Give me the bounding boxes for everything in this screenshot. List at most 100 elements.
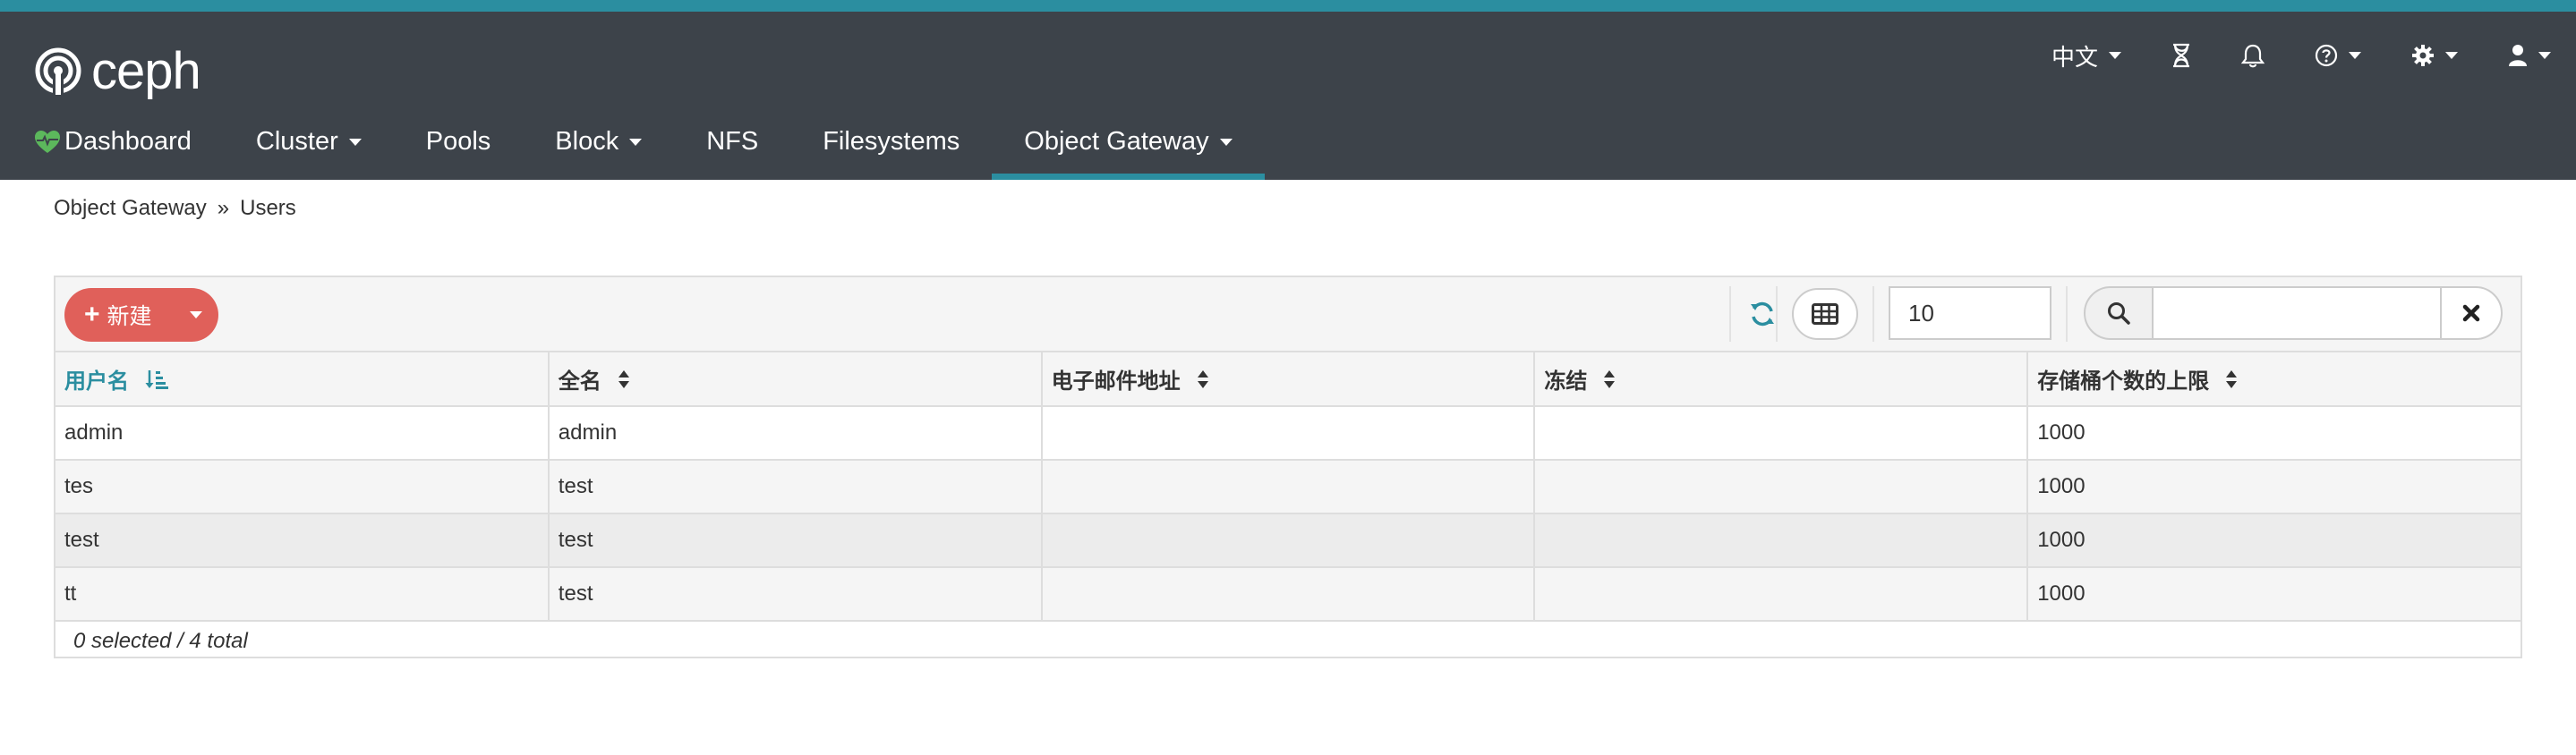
toolbar-divider <box>1872 286 1874 342</box>
chevron-down-icon <box>2445 52 2458 59</box>
table-row[interactable]: tt test 1000 <box>55 567 2521 622</box>
cell-suspended <box>1534 513 2029 568</box>
refresh-icon <box>1751 301 1774 327</box>
table-columns-icon <box>1812 303 1838 325</box>
search-addon <box>2084 286 2154 340</box>
language-label: 中文 <box>2051 43 2098 71</box>
breadcrumb-parent[interactable]: Object Gateway <box>54 196 207 221</box>
nav-object-gateway[interactable]: Object Gateway <box>992 127 1265 180</box>
cell-fullname: test <box>548 460 1043 514</box>
create-user-dropdown-toggle[interactable] <box>174 288 218 342</box>
nav-block-label: Block <box>555 127 619 156</box>
breadcrumb-separator-icon: » <box>217 196 230 220</box>
cell-email <box>1041 460 1536 514</box>
nav-pools-label: Pools <box>425 127 491 156</box>
column-header-label: 存储桶个数的上限 <box>2037 369 2210 394</box>
help-dropdown[interactable] <box>2290 44 2386 67</box>
column-header-label: 用户名 <box>64 369 129 394</box>
breadcrumb-current: Users <box>240 196 296 220</box>
cell-username: test <box>55 513 550 568</box>
sort-ascending-icon <box>145 369 168 390</box>
create-user-button[interactable]: + 新建 <box>64 288 218 342</box>
nav-block[interactable]: Block <box>523 128 674 180</box>
chevron-down-icon <box>2349 52 2361 59</box>
table-row[interactable]: admin admin 1000 <box>55 406 2521 461</box>
nav-nfs-label: NFS <box>706 127 759 156</box>
clear-search-button[interactable] <box>2440 286 2503 340</box>
plus-icon: + <box>84 300 100 329</box>
ceph-logo[interactable]: ceph <box>34 38 201 103</box>
cell-email <box>1041 513 1536 568</box>
cell-email <box>1041 567 1536 622</box>
close-icon <box>2462 304 2480 322</box>
tasks-button[interactable] <box>2146 43 2216 68</box>
column-header-label: 电子邮件地址 <box>1051 369 1181 394</box>
column-header-label: 全名 <box>558 369 601 394</box>
toolbar-divider <box>2066 286 2068 342</box>
cell-max-buckets: 1000 <box>2027 406 2521 461</box>
chevron-down-icon <box>348 139 362 146</box>
cell-username: admin <box>55 406 550 461</box>
ceph-logo-icon <box>35 47 81 95</box>
nav-nfs[interactable]: NFS <box>674 128 790 180</box>
selection-summary: 0 selected / 4 total <box>73 629 248 653</box>
chevron-down-icon <box>629 139 643 146</box>
refresh-button[interactable] <box>1736 292 1788 336</box>
cell-max-buckets: 1000 <box>2027 460 2521 514</box>
help-icon <box>2315 44 2338 67</box>
nav-pools[interactable]: Pools <box>394 128 524 180</box>
column-header-fullname[interactable]: 全名 <box>548 352 1043 407</box>
search-input[interactable] <box>2154 286 2440 340</box>
nav-cluster[interactable]: Cluster <box>224 128 394 180</box>
page-size-input[interactable]: 10 <box>1889 286 2051 340</box>
user-dropdown[interactable] <box>2483 44 2576 67</box>
top-accent-bar <box>0 0 2576 12</box>
table-footer: 0 selected / 4 total <box>55 622 2521 661</box>
table-row[interactable]: tes test 1000 <box>55 460 2521 514</box>
toolbar-divider <box>1776 286 1778 342</box>
search-group <box>2084 286 2503 340</box>
column-header-suspended[interactable]: 冻结 <box>1534 352 2029 407</box>
cell-fullname: test <box>548 567 1043 622</box>
nav-dashboard-label: Dashboard <box>64 127 192 156</box>
table-header-row: 用户名 全名 电子邮件地址 冻结 存储桶个数的上限 <box>55 352 2521 407</box>
nav-cluster-label: Cluster <box>255 127 338 156</box>
chevron-down-icon <box>190 311 202 318</box>
main-nav: Dashboard Cluster Pools Block NFS Filesy… <box>0 128 1265 180</box>
cell-max-buckets: 1000 <box>2027 567 2521 622</box>
search-icon <box>2108 302 2130 325</box>
breadcrumb: Object Gateway » Users <box>54 196 296 221</box>
column-header-max-buckets[interactable]: 存储桶个数的上限 <box>2027 352 2521 407</box>
nav-dashboard[interactable]: Dashboard <box>0 128 224 180</box>
language-dropdown[interactable]: 中文 <box>2026 39 2146 72</box>
table-row[interactable]: test test 1000 <box>55 513 2521 568</box>
chevron-down-icon <box>1219 139 1233 146</box>
nav-object-gateway-label: Object Gateway <box>1024 127 1209 156</box>
brand-name: ceph <box>91 41 201 100</box>
cell-suspended <box>1534 406 2029 461</box>
cell-username: tes <box>55 460 550 514</box>
cell-fullname: admin <box>548 406 1043 461</box>
user-icon <box>2509 45 2527 66</box>
sort-icon <box>1197 369 1209 389</box>
utility-menu: 中文 <box>2026 12 2576 99</box>
column-toggle-button[interactable] <box>1792 288 1858 340</box>
settings-dropdown[interactable] <box>2386 44 2483 67</box>
column-header-username[interactable]: 用户名 <box>55 352 550 407</box>
chevron-down-icon <box>2109 52 2121 59</box>
column-header-email[interactable]: 电子邮件地址 <box>1041 352 1536 407</box>
cell-username: tt <box>55 567 550 622</box>
sort-icon <box>618 369 630 389</box>
cell-fullname: test <box>548 513 1043 568</box>
column-header-label: 冻结 <box>1544 369 1588 394</box>
users-table-panel: + 新建 10 用户名 全名 电子邮件地址 冻结 存储桶个数的上限 admin … <box>54 276 2522 658</box>
hourglass-icon <box>2173 43 2189 68</box>
notifications-button[interactable] <box>2216 43 2290 68</box>
nav-filesystems[interactable]: Filesystems <box>790 128 992 180</box>
sort-icon <box>1603 369 1616 389</box>
nav-filesystems-label: Filesystems <box>823 127 960 156</box>
heart-pulse-icon <box>35 131 60 153</box>
cell-suspended <box>1534 460 2029 514</box>
table-toolbar: + 新建 10 <box>55 277 2521 352</box>
cell-max-buckets: 1000 <box>2027 513 2521 568</box>
